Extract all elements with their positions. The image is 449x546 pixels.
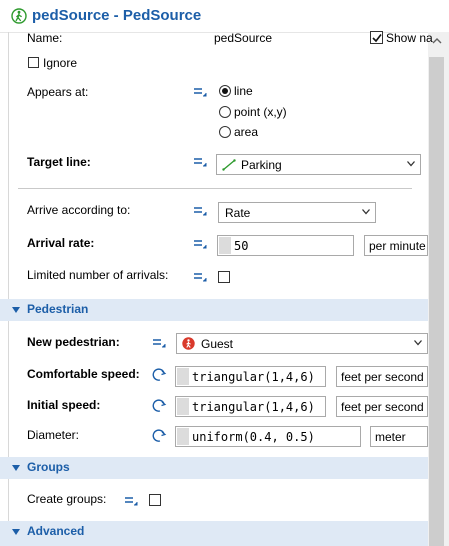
arrival-rate-input[interactable]: 50 xyxy=(217,235,354,256)
dynamic-value-mode-icon[interactable] xyxy=(151,368,167,382)
field-grip xyxy=(177,428,189,445)
diameter-unit: meter xyxy=(375,430,406,444)
arrival-rate-unit-dropdown[interactable]: per minute xyxy=(364,235,428,256)
new-pedestrian-dropdown[interactable]: Guest xyxy=(176,333,428,354)
section-groups-title: Groups xyxy=(27,460,70,474)
dynamic-value-mode-icon[interactable] xyxy=(151,429,167,443)
window-title: pedSource - PedSource xyxy=(32,7,202,24)
new-pedestrian-label: New pedestrian: xyxy=(27,335,120,349)
pedestrian-source-icon xyxy=(11,8,27,24)
comfortable-speed-unit-dropdown[interactable]: feet per second xyxy=(336,366,428,387)
chevron-down-icon xyxy=(407,161,415,167)
static-value-mode-icon[interactable] xyxy=(193,271,207,283)
divider xyxy=(18,188,412,189)
field-grip xyxy=(219,237,231,254)
show-name-label: Show na xyxy=(386,31,433,45)
ignore-label: Ignore xyxy=(43,56,78,70)
arrive-according-value: Rate xyxy=(225,206,251,220)
radio-line-label: line xyxy=(234,84,253,98)
target-line-value: Parking xyxy=(241,158,282,172)
radio-point[interactable] xyxy=(219,106,231,118)
initial-speed-unit: feet per second xyxy=(341,400,424,414)
new-pedestrian-value: Guest xyxy=(201,337,234,351)
section-advanced-title: Advanced xyxy=(27,524,85,538)
target-line-label: Target line: xyxy=(27,155,91,169)
collapse-triangle-icon xyxy=(12,529,20,535)
arrival-rate-unit: per minute xyxy=(369,239,426,253)
static-value-mode-icon[interactable] xyxy=(193,205,207,217)
name-value[interactable]: pedSource xyxy=(214,31,272,45)
dynamic-value-mode-icon[interactable] xyxy=(151,399,167,413)
diameter-input[interactable]: uniform(0.4, 0.5) xyxy=(175,426,361,447)
line-shape-icon xyxy=(222,159,236,171)
pedestrian-type-icon xyxy=(182,337,195,350)
diameter-unit-dropdown[interactable]: meter xyxy=(370,426,428,447)
collapse-triangle-icon xyxy=(12,307,20,313)
section-advanced[interactable]: Advanced xyxy=(0,521,428,546)
initial-speed-value: triangular(1,4,6) xyxy=(192,400,315,414)
field-grip xyxy=(177,398,189,415)
field-grip xyxy=(177,368,189,385)
section-groups[interactable]: Groups xyxy=(0,457,428,479)
radio-point-label: point (x,y) xyxy=(234,105,287,119)
limited-arrivals-label: Limited number of arrivals: xyxy=(27,268,169,282)
static-value-mode-icon[interactable] xyxy=(193,86,207,98)
diameter-value: uniform(0.4, 0.5) xyxy=(192,430,315,444)
ignore-checkbox[interactable] xyxy=(28,57,39,68)
checkmark-icon xyxy=(372,34,382,43)
static-value-mode-icon[interactable] xyxy=(152,337,166,349)
initial-speed-unit-dropdown[interactable]: feet per second xyxy=(336,396,428,417)
radio-area[interactable] xyxy=(219,126,231,138)
arrive-according-dropdown[interactable]: Rate xyxy=(218,202,376,223)
collapse-triangle-icon xyxy=(12,465,20,471)
comfortable-speed-input[interactable]: triangular(1,4,6) xyxy=(175,366,326,387)
limited-arrivals-checkbox[interactable] xyxy=(218,271,230,283)
section-pedestrian[interactable]: Pedestrian xyxy=(0,299,428,321)
arrive-according-label: Arrive according to: xyxy=(27,203,131,217)
static-value-mode-icon[interactable] xyxy=(193,238,207,250)
radio-area-label: area xyxy=(234,125,259,139)
radio-line[interactable] xyxy=(219,85,231,97)
comfortable-speed-unit: feet per second xyxy=(341,370,424,384)
chevron-down-icon xyxy=(362,209,370,215)
static-value-mode-icon[interactable] xyxy=(193,156,207,168)
scrollbar-thumb[interactable] xyxy=(429,57,444,546)
show-name-checkbox[interactable] xyxy=(370,31,383,44)
name-label: Name: xyxy=(27,31,63,45)
create-groups-checkbox[interactable] xyxy=(149,494,161,506)
comfortable-speed-label: Comfortable speed: xyxy=(27,367,140,381)
diameter-label: Diameter: xyxy=(27,428,80,442)
scroll-up-arrow-icon[interactable] xyxy=(432,36,442,46)
arrival-rate-label: Arrival rate: xyxy=(27,236,95,250)
section-pedestrian-title: Pedestrian xyxy=(27,302,89,316)
appears-at-label: Appears at: xyxy=(27,85,89,99)
initial-speed-input[interactable]: triangular(1,4,6) xyxy=(175,396,326,417)
create-groups-label: Create groups: xyxy=(27,492,107,506)
target-line-dropdown[interactable]: Parking xyxy=(216,154,421,175)
arrival-rate-value: 50 xyxy=(234,239,249,253)
static-value-mode-icon[interactable] xyxy=(124,495,138,507)
comfortable-speed-value: triangular(1,4,6) xyxy=(192,370,315,384)
chevron-down-icon xyxy=(414,340,422,346)
initial-speed-label: Initial speed: xyxy=(27,398,101,412)
